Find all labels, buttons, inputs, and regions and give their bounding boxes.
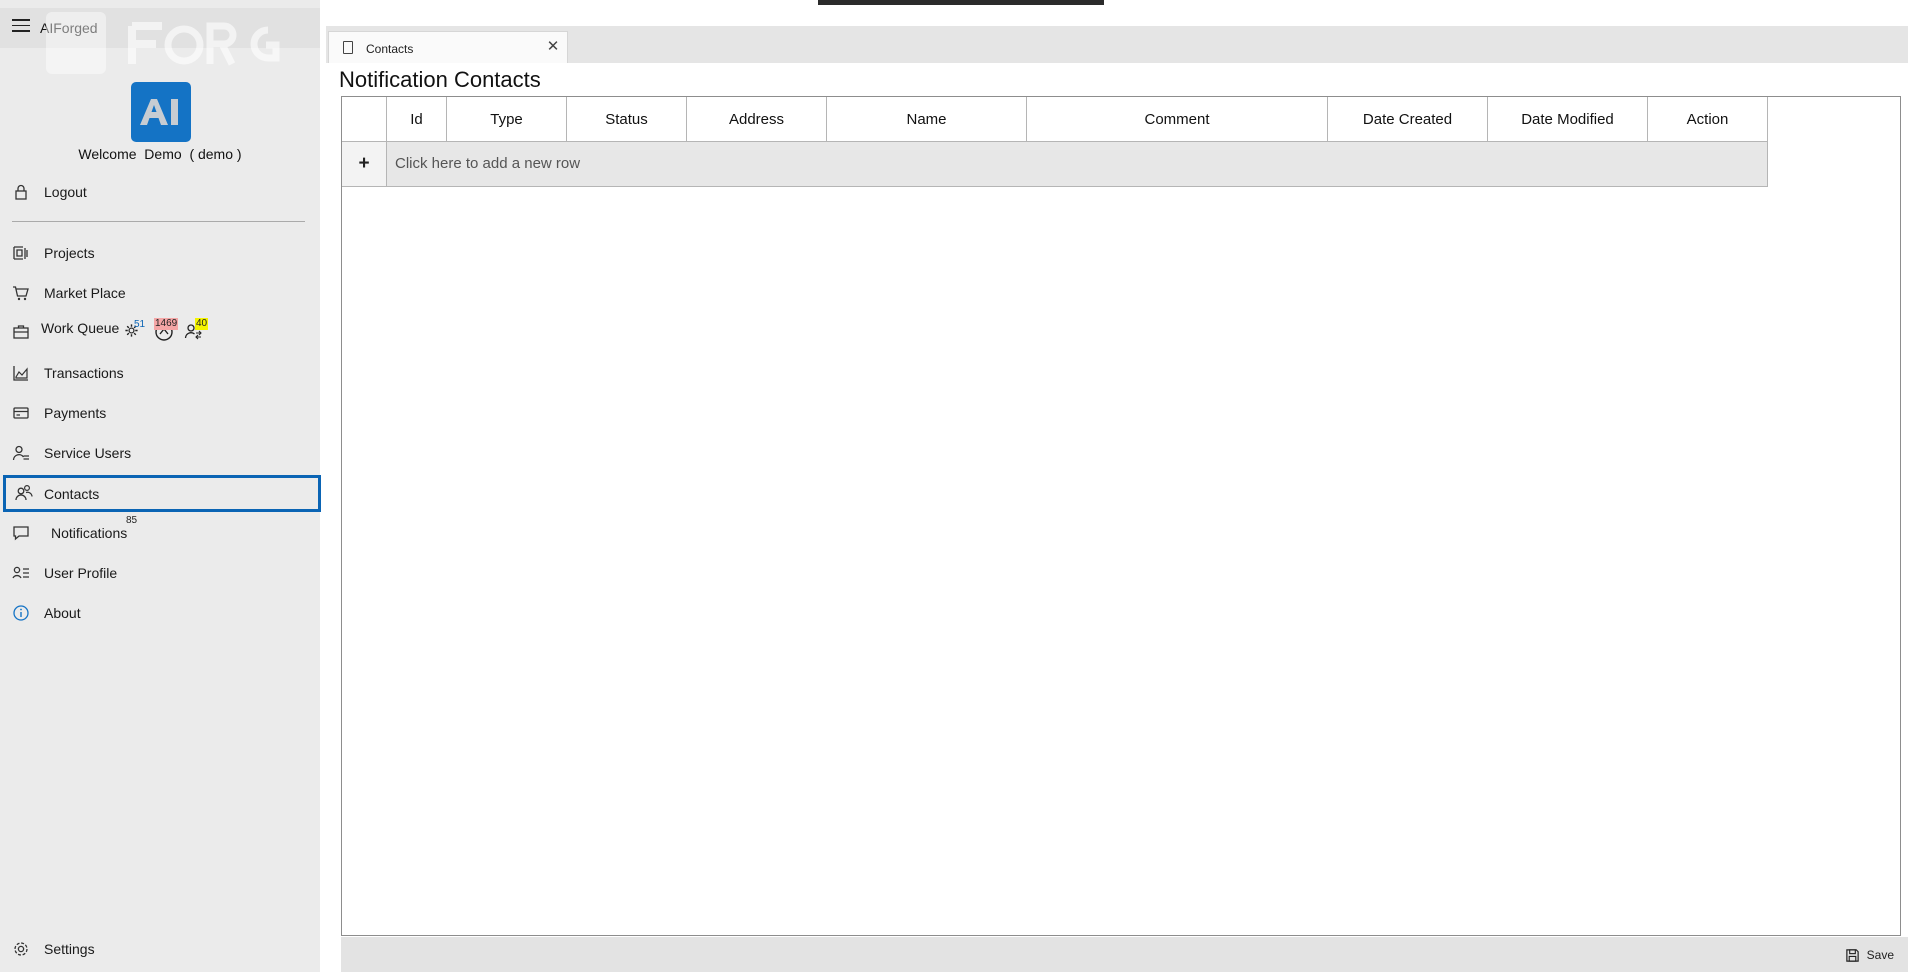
area-chart-icon [13, 366, 28, 381]
col-header-selector[interactable] [342, 97, 387, 142]
nav-notifications[interactable]: Notifications 85 [4, 515, 320, 551]
user-first-name: Demo [144, 146, 182, 162]
user-login: ( demo ) [189, 146, 242, 162]
nav-work-queue-label: Work Queue [41, 320, 120, 336]
nav-transactions[interactable]: Transactions [4, 355, 320, 391]
nav-about-label: About [44, 605, 81, 621]
nav-settings-label: Settings [44, 941, 95, 957]
hamburger-menu-icon[interactable] [12, 19, 30, 33]
nav-logout[interactable]: Logout [4, 174, 320, 210]
nav-work-queue[interactable]: Work Queue 51 1469 40 [4, 313, 320, 349]
nav-projects[interactable]: Projects [4, 235, 320, 271]
nav-contacts[interactable]: Contacts [3, 475, 321, 512]
lock-icon [15, 184, 27, 200]
col-header-id[interactable]: Id [387, 97, 447, 142]
save-button-label: Save [1866, 948, 1894, 962]
nav-service-users[interactable]: Service Users [4, 435, 320, 471]
avatar [131, 82, 191, 142]
credit-card-icon [13, 407, 29, 419]
col-header-action[interactable]: Action [1648, 97, 1768, 142]
cart-icon [13, 286, 29, 301]
work-queue-errors-badge: 1469 [154, 318, 179, 330]
col-header-status[interactable]: Status [567, 97, 687, 142]
nav-marketplace[interactable]: Market Place [4, 275, 320, 311]
work-queue-processing-badge: 51 [134, 319, 146, 330]
nav-settings[interactable]: Settings [4, 931, 320, 967]
ai-logo-icon [140, 99, 178, 125]
chat-bubble-icon [13, 526, 29, 541]
welcome-label: Welcome [78, 146, 137, 162]
user-profile-icon [12, 566, 29, 579]
nav-user-profile-label: User Profile [44, 565, 118, 581]
col-header-type[interactable]: Type [447, 97, 567, 142]
nav-payments-label: Payments [44, 405, 107, 421]
document-icon [343, 41, 353, 54]
projects-board-icon [13, 246, 28, 260]
tab-close-icon[interactable]: ✕ [545, 37, 561, 55]
welcome-text: Welcome Demo ( demo ) [0, 146, 320, 162]
save-button[interactable]: Save [1845, 946, 1894, 964]
nav-notifications-label: Notifications [51, 525, 128, 541]
app-window: AIForged Welcome Demo ( demo ) Logout Pr… [0, 0, 1908, 972]
contacts-grid: Id Type Status Address Name Comment Date… [341, 96, 1901, 936]
add-row-plus-icon[interactable]: + [342, 142, 387, 186]
contacts-icon [15, 484, 33, 501]
app-title: AIForged [40, 20, 98, 36]
page-title: Notification Contacts [339, 67, 541, 92]
briefcase-icon [13, 325, 29, 339]
nav-contacts-label: Contacts [44, 486, 100, 502]
nav-about[interactable]: About [4, 595, 320, 631]
service-user-icon [12, 445, 29, 461]
col-header-date-modified[interactable]: Date Modified [1488, 97, 1648, 142]
nav-user-profile[interactable]: User Profile [4, 555, 320, 591]
floppy-disk-icon [1845, 948, 1859, 962]
nav-marketplace-label: Market Place [44, 285, 126, 301]
nav-transactions-label: Transactions [44, 365, 124, 381]
add-new-row[interactable]: + Click here to add a new row [342, 142, 1768, 187]
footer-bar: Save [341, 937, 1908, 972]
gear-icon [14, 942, 28, 956]
add-row-text: Click here to add a new row [395, 155, 581, 172]
top-scroll-indicator [818, 0, 1104, 5]
sidebar: AIForged Welcome Demo ( demo ) Logout Pr… [0, 0, 321, 972]
work-queue-assigned-badge: 40 [195, 318, 209, 330]
col-header-comment[interactable]: Comment [1027, 97, 1328, 142]
info-icon [13, 605, 29, 621]
nav-service-users-label: Service Users [44, 445, 132, 461]
notifications-count-badge: 85 [126, 515, 138, 526]
nav-projects-label: Projects [44, 245, 95, 261]
nav-logout-label: Logout [44, 184, 87, 200]
col-header-address[interactable]: Address [687, 97, 827, 142]
nav-payments[interactable]: Payments [4, 395, 320, 431]
col-header-date-created[interactable]: Date Created [1328, 97, 1488, 142]
grid-header-row: Id Type Status Address Name Comment Date… [342, 97, 1768, 142]
col-header-name[interactable]: Name [827, 97, 1027, 142]
sidebar-divider [12, 221, 305, 222]
tab-contacts[interactable]: Contacts ✕ [328, 31, 568, 63]
tab-contacts-label: Contacts [366, 42, 414, 56]
